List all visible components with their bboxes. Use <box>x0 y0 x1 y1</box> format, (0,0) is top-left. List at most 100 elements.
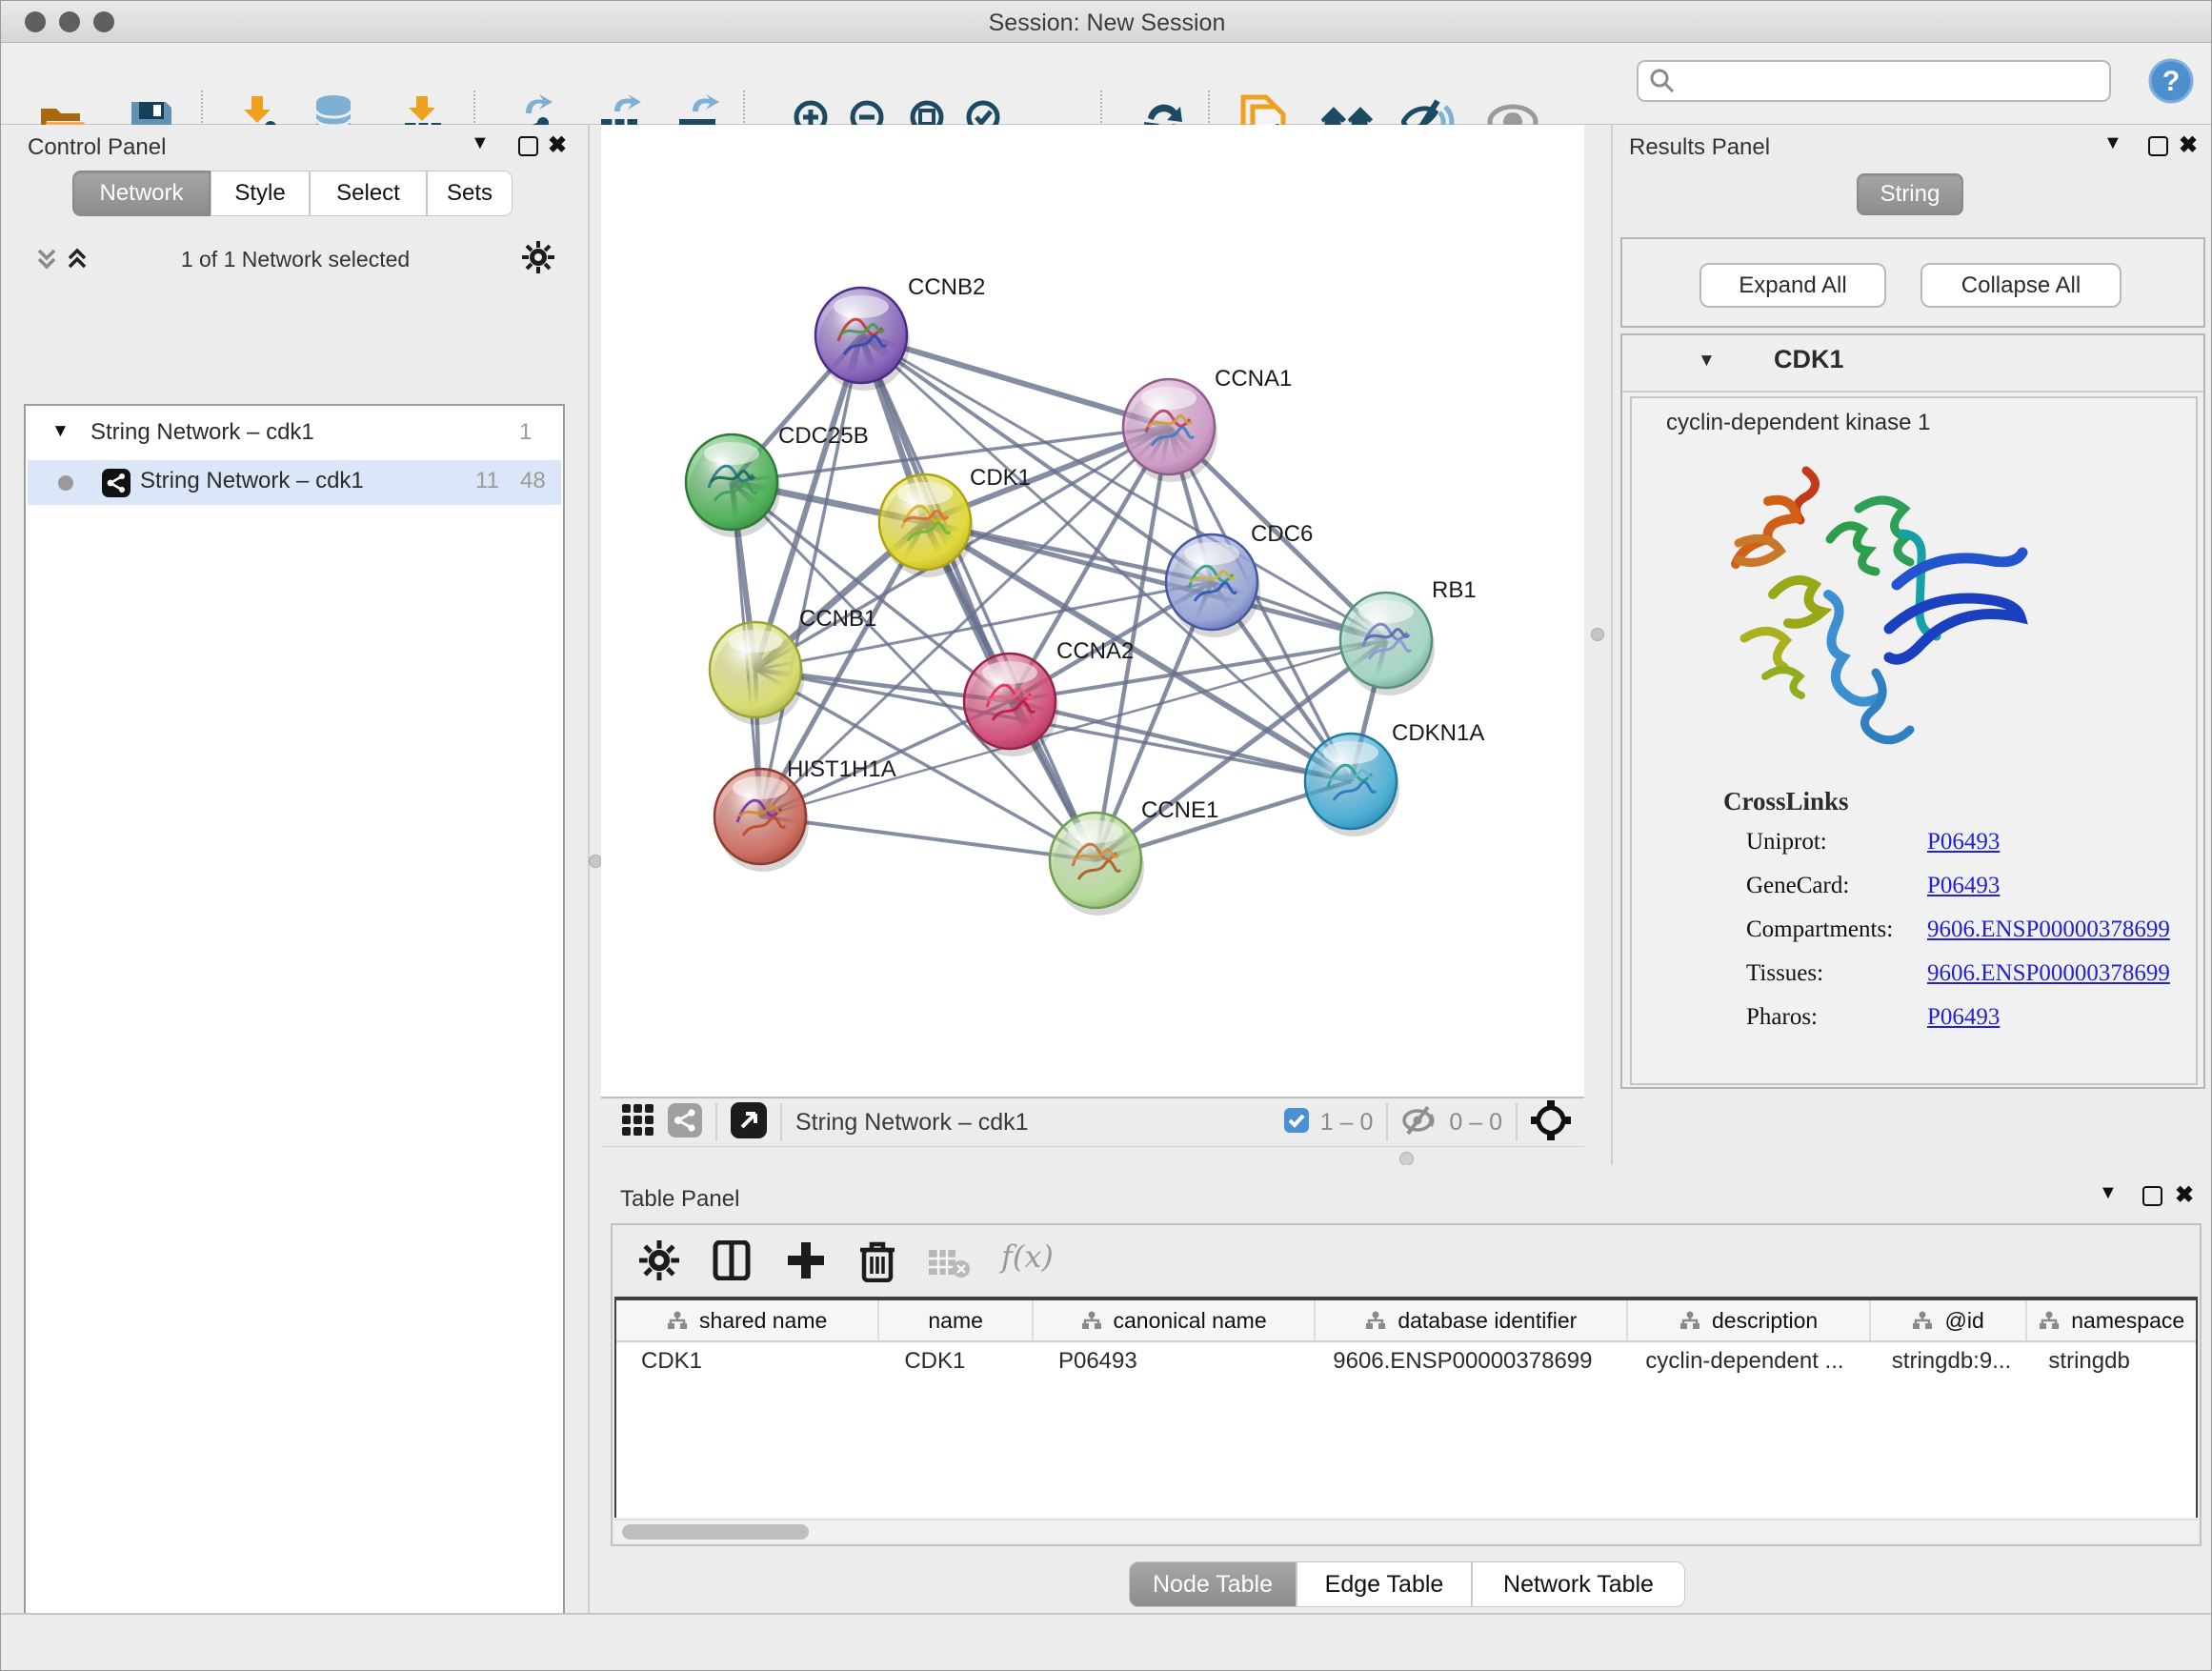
column-type-icon <box>1679 1311 1700 1330</box>
results-actions-box: Expand All Collapse All <box>1620 237 2205 328</box>
cell-name: CDK1 <box>879 1348 1034 1375</box>
node-CCNE1[interactable] <box>1050 813 1144 916</box>
tab-style[interactable]: Style <box>211 171 310 216</box>
crosslink-label: Pharos: <box>1746 1004 1818 1031</box>
network-view-title: String Network – cdk1 <box>795 1109 1029 1137</box>
edge-HIST1H1A-CCNE1[interactable] <box>760 816 1096 860</box>
node-CDKN1A[interactable] <box>1305 734 1399 836</box>
edge-CCNA2-CDKN1A[interactable] <box>1010 701 1351 781</box>
results-panel-float-icon[interactable]: ▼ <box>2103 132 2122 154</box>
search-icon <box>1648 67 1677 95</box>
table-panel-float-icon[interactable]: ▼ <box>2099 1182 2118 1204</box>
table-gear-icon[interactable] <box>639 1240 679 1285</box>
table-row[interactable]: CDK1 CDK1 P06493 9606.ENSP00000378699 cy… <box>616 1342 2196 1380</box>
node-table: shared name name canonical name database… <box>614 1297 2198 1518</box>
expand-all-button[interactable]: Expand All <box>1699 263 1886 308</box>
tab-network-table[interactable]: Network Table <box>1472 1561 1685 1607</box>
column-header-name[interactable]: name <box>879 1300 1034 1340</box>
string-style-toggle-icon[interactable] <box>668 1103 702 1142</box>
node-RB1[interactable] <box>1340 593 1435 695</box>
crosslink-value[interactable]: P06493 <box>1927 829 2000 856</box>
tab-sets[interactable]: Sets <box>427 171 513 216</box>
network-tree-root-row[interactable]: ▼ String Network – cdk1 1 <box>26 413 559 455</box>
selected-count: 1 – 0 <box>1320 1109 1374 1137</box>
node-label-HIST1H1A: HIST1H1A <box>787 756 896 782</box>
column-header-shared-name[interactable]: shared name <box>616 1300 879 1340</box>
tab-network[interactable]: Network <box>72 171 211 216</box>
results-panel-close-icon[interactable]: ✖ <box>2179 131 2198 159</box>
tree-expand-icon[interactable]: ▼ <box>51 421 70 442</box>
left-splitter-handle[interactable] <box>589 855 602 868</box>
network-graph[interactable]: CCNB2CCNA1CDC25BCDK1CDC6RB1CCNB1CCNA2CDK… <box>601 125 1584 1097</box>
add-column-icon[interactable] <box>786 1240 826 1285</box>
node-label-CCNE1: CCNE1 <box>1141 797 1218 823</box>
node-CDC25B[interactable] <box>686 434 780 537</box>
control-panel-float-icon[interactable]: ▼ <box>471 132 490 154</box>
footer-separator <box>1386 1103 1388 1141</box>
scrollbar-thumb[interactable] <box>622 1524 809 1540</box>
network-tree-item-row[interactable]: String Network – cdk1 11 48 <box>28 460 561 505</box>
column-header-id[interactable]: @id <box>1871 1300 2028 1340</box>
network-options-gear-icon[interactable] <box>522 241 554 278</box>
svg-text:?: ? <box>2162 66 2180 97</box>
node-CCNA2[interactable] <box>964 654 1058 756</box>
column-header-canonical-name[interactable]: canonical name <box>1034 1300 1316 1340</box>
crosslinks-title: CrossLinks <box>1723 787 1849 816</box>
delete-table-icon[interactable] <box>927 1246 971 1283</box>
column-header-database-identifier[interactable]: database identifier <box>1316 1300 1628 1340</box>
delete-column-trash-icon[interactable] <box>858 1238 896 1287</box>
crosslink-value[interactable]: P06493 <box>1927 1004 2000 1031</box>
node-CCNB1[interactable] <box>710 622 804 725</box>
footer-separator <box>1516 1103 1518 1141</box>
fit-selected-target-icon[interactable] <box>1531 1100 1571 1145</box>
node-label-CCNB1: CCNB1 <box>799 606 876 632</box>
column-header-namespace[interactable]: namespace <box>2027 1300 2196 1340</box>
control-panel-close-icon[interactable]: ✖ <box>548 131 567 159</box>
edge-CCNB2-CCNE1[interactable] <box>861 335 1096 860</box>
tab-string-results[interactable]: String <box>1857 173 1963 215</box>
node-CDC6[interactable] <box>1166 534 1260 637</box>
footer-separator <box>715 1103 717 1141</box>
column-header-description[interactable]: description <box>1628 1300 1870 1340</box>
horizontal-splitter-handle[interactable] <box>1399 1152 1414 1166</box>
collapse-all-button[interactable]: Collapse All <box>1920 263 2122 308</box>
function-builder-icon[interactable]: f(x) <box>1001 1238 1054 1275</box>
open-in-window-icon[interactable] <box>731 1102 767 1143</box>
help-icon[interactable]: ? <box>2148 58 2194 109</box>
crosslink-value[interactable]: 9606.ENSP00000378699 <box>1927 960 2170 987</box>
tab-edge-table-label: Edge Table <box>1325 1571 1444 1599</box>
table-panel-close-icon[interactable]: ✖ <box>2175 1181 2194 1209</box>
network-view[interactable]: CCNB2CCNA1CDC25BCDK1CDC6RB1CCNB1CCNA2CDK… <box>601 125 1584 1097</box>
tab-node-table-label: Node Table <box>1153 1571 1273 1599</box>
node-label-CCNB2: CCNB2 <box>908 274 985 300</box>
column-type-icon <box>2039 1311 2060 1330</box>
tab-node-table[interactable]: Node Table <box>1129 1561 1297 1607</box>
network-collection-label: String Network – cdk1 <box>90 419 314 446</box>
edge-CCNB2-HIST1H1A[interactable] <box>760 335 861 816</box>
search-input[interactable] <box>1637 60 2111 102</box>
right-splitter-handle[interactable] <box>1591 628 1604 641</box>
crosslink-value[interactable]: P06493 <box>1927 873 2000 899</box>
crosslink-value[interactable]: 9606.ENSP00000378699 <box>1927 916 2170 943</box>
birds-eye-view-icon[interactable] <box>622 1104 654 1141</box>
tab-edge-table[interactable]: Edge Table <box>1297 1561 1472 1607</box>
cell-shared-name: CDK1 <box>616 1348 879 1375</box>
control-panel-maximize-icon[interactable] <box>518 136 538 156</box>
table-panel-maximize-icon[interactable] <box>2142 1186 2162 1206</box>
hidden-eye-slash-icon[interactable] <box>1401 1106 1438 1139</box>
network-view-toolbar: String Network – cdk1 1 – 0 0 – 0 <box>601 1097 1584 1147</box>
table-horizontal-scrollbar[interactable] <box>614 1520 2198 1542</box>
node-label-RB1: RB1 <box>1432 577 1477 603</box>
node-HIST1H1A[interactable] <box>714 769 809 872</box>
show-columns-icon[interactable] <box>712 1240 752 1285</box>
cell-database-identifier: 9606.ENSP00000378699 <box>1316 1348 1628 1375</box>
node-CDK1[interactable] <box>879 474 974 577</box>
selected-checkbox-icon[interactable] <box>1284 1108 1309 1137</box>
gene-collapse-icon[interactable]: ▼ <box>1698 351 1716 372</box>
node-CCNB2[interactable] <box>815 288 910 391</box>
column-label: name <box>928 1308 983 1334</box>
node-CCNA1[interactable] <box>1123 379 1217 482</box>
tab-select[interactable]: Select <box>310 171 427 216</box>
protein-structure-image <box>1716 452 2040 771</box>
results-panel-maximize-icon[interactable] <box>2148 136 2168 156</box>
